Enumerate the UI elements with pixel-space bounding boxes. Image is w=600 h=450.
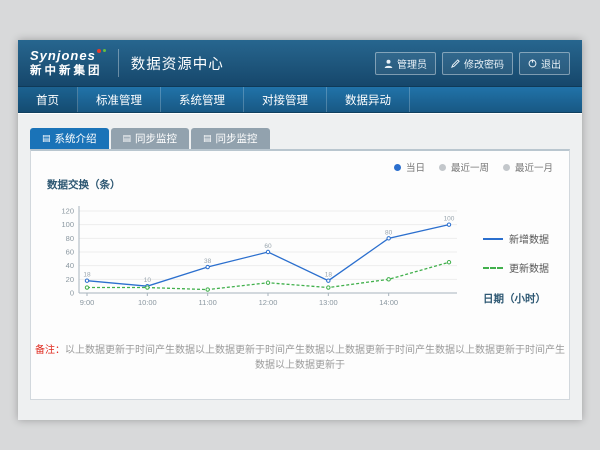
edit-icon [451,59,460,68]
svg-text:80: 80 [385,229,393,236]
svg-text:18: 18 [325,272,333,279]
svg-text:0: 0 [70,289,74,298]
bullet-icon [394,164,401,171]
page-title: 数据资源中心 [131,53,224,74]
y-axis-title: 数据交换（条） [47,177,121,192]
svg-text:60: 60 [264,243,272,250]
svg-text:12:00: 12:00 [259,298,278,307]
logo: Synjones 新中新集团 [30,49,106,77]
svg-text:14:00: 14:00 [379,298,398,307]
chart-panel: 当日 最近一周 最近一月 数据交换（条） 0 20 40 60 80 100 120 9:00… [30,149,570,400]
dashed-line-icon [483,267,503,269]
bullet-icon [439,164,446,171]
svg-text:10:00: 10:00 [138,298,157,307]
svg-text:9:00: 9:00 [80,298,95,307]
logo-text-en: Synjones [30,49,106,63]
filter-last-month[interactable]: 最近一月 [503,160,553,174]
nav-item-home[interactable]: 首页 [18,87,78,112]
tab-bar: ▤ 系统介绍 ▤ 同步监控 ▤ 同步监控 [30,128,270,149]
monitor-icon: ▤ [123,134,132,143]
logout-icon [528,59,537,68]
tab-sync-monitor-1[interactable]: ▤ 同步监控 [111,128,190,149]
user-icon [384,59,393,68]
range-filter-group: 当日 最近一周 最近一月 [394,160,553,174]
filter-today[interactable]: 当日 [394,160,425,174]
nav-item-system-mgmt[interactable]: 系统管理 [161,87,244,112]
user-button[interactable]: 管理员 [375,52,436,75]
solid-line-icon [483,238,503,240]
footnote-label: 备注： [35,345,65,356]
nav-item-connect-mgmt[interactable]: 对接管理 [244,87,327,112]
line-chart-svg: 0 20 40 60 80 100 120 9:00 10:00 11:00 12:00 13:00 1… [45,201,477,319]
grid-icon: ▤ [42,134,51,143]
footnote-text: 以上数据更新于时间产生数据以上数据更新于时间产生数据以上数据更新于时间产生数据以… [65,345,565,371]
legend-updated-data: 更新数据 [483,260,555,275]
logo-text-cn: 新中新集团 [30,65,106,77]
nav-item-data-change[interactable]: 数据异动 [327,87,410,112]
bullet-icon [503,164,510,171]
svg-text:13:00: 13:00 [319,298,338,307]
line-chart: 0 20 40 60 80 100 120 9:00 10:00 11:00 12:00 13:00 1… [45,201,477,319]
logo-red-dot-icon [97,49,101,53]
svg-text:100: 100 [444,216,455,223]
svg-text:100: 100 [61,220,74,229]
header: Synjones 新中新集团 数据资源中心 管理员 修改密码 退出 [18,40,582,87]
svg-text:80: 80 [66,234,74,243]
content-area: ▤ 系统介绍 ▤ 同步监控 ▤ 同步监控 当日 最近一周 [18,114,582,420]
x-axis-title: 日期（小时） [483,291,546,306]
svg-text:40: 40 [66,261,74,270]
svg-text:38: 38 [204,258,212,265]
legend-new-data: 新增数据 [483,231,555,246]
monitor-icon: ▤ [203,134,212,143]
change-password-button[interactable]: 修改密码 [442,52,513,75]
svg-text:60: 60 [66,248,74,257]
main-nav: 首页 标准管理 系统管理 对接管理 数据异动 [18,87,582,113]
header-divider [118,49,119,77]
svg-text:10: 10 [144,277,152,284]
nav-item-standard-mgmt[interactable]: 标准管理 [78,87,161,112]
svg-text:11:00: 11:00 [199,298,217,307]
chart-legend: 新增数据 更新数据 [483,231,555,289]
tab-sync-monitor-2[interactable]: ▤ 同步监控 [191,128,270,149]
svg-text:20: 20 [66,275,74,284]
tab-system-intro[interactable]: ▤ 系统介绍 [30,128,109,149]
filter-last-week[interactable]: 最近一周 [439,160,489,174]
app-window: Synjones 新中新集团 数据资源中心 管理员 修改密码 退出 首页 标准管 [18,40,582,420]
svg-text:120: 120 [61,207,74,216]
logo-green-dot-icon [103,49,106,52]
svg-text:18: 18 [83,272,91,279]
footnote: 备注：以上数据更新于时间产生数据以上数据更新于时间产生数据以上数据更新于时间产生… [31,341,569,371]
logout-button[interactable]: 退出 [519,52,570,75]
